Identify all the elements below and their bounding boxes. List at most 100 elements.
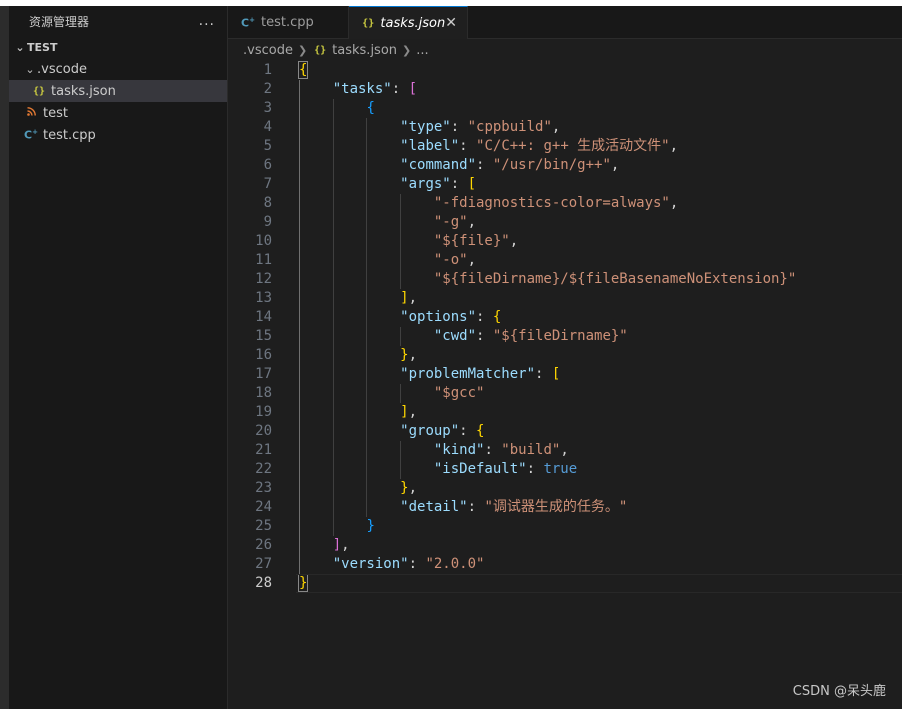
code-token: "${file}" (433, 233, 510, 249)
chevron-down-icon: ⌄ (25, 62, 35, 76)
line-number: 3 (263, 100, 272, 116)
tab-tasks-json[interactable]: {} tasks.json ✕ (349, 6, 468, 39)
breadcrumb-more[interactable]: ... (416, 43, 428, 58)
folder-vscode[interactable]: ⌄ .vscode (9, 58, 227, 80)
line-text: "isDefault": true (299, 460, 577, 479)
code-line[interactable]: 4 "type": "cppbuild", (228, 118, 902, 137)
line-text: } (299, 517, 375, 536)
line-number: 6 (263, 157, 272, 173)
code-token: , (341, 537, 350, 553)
file-test-cpp[interactable]: C+ test.cpp (9, 124, 227, 146)
code-token: : (476, 328, 493, 344)
code-token: "args" (400, 176, 451, 192)
indent-guide (400, 441, 402, 479)
file-label: test.cpp (43, 127, 96, 143)
code-line[interactable]: 10 "${file}", (228, 232, 902, 251)
code-token: "${fileDirname}" (492, 328, 628, 344)
code-token: : (484, 442, 502, 458)
explorer-sidebar: 资源管理器 ... ⌄ TEST ⌄ .vscode {} tasks.json… (9, 6, 228, 709)
line-number: 11 (255, 252, 272, 268)
line-number: 8 (263, 195, 272, 211)
code-line[interactable]: 22 "isDefault": true (228, 460, 902, 479)
code-token: "tasks" (332, 81, 392, 97)
code-line[interactable]: 16 }, (228, 346, 902, 365)
file-test[interactable]: test (9, 102, 227, 124)
line-number: 16 (255, 347, 272, 363)
code-line[interactable]: 12 "${fileDirname}/${fileBasenameNoExten… (228, 270, 902, 289)
tab-test-cpp[interactable]: C+ test.cpp (228, 6, 349, 39)
code-line[interactable]: 2 "tasks": [ (228, 80, 902, 99)
file-tasks-json[interactable]: {} tasks.json (9, 80, 227, 102)
line-number: 14 (255, 309, 272, 325)
line-number: 2 (263, 81, 272, 97)
code-line[interactable]: 17 "problemMatcher": [ (228, 365, 902, 384)
line-text: "label": "C/C++: g++ 生成活动文件", (299, 137, 678, 156)
line-number: 21 (255, 442, 272, 458)
code-line[interactable]: 19 ], (228, 403, 902, 422)
code-line[interactable]: 3 { (228, 99, 902, 118)
indent-guide (332, 99, 334, 536)
code-line[interactable]: 28} (228, 574, 902, 593)
json-icon: {} (314, 44, 327, 56)
code-editor[interactable]: 1{2 "tasks": [3 {4 "type": "cppbuild", 5 … (228, 61, 902, 593)
code-line[interactable]: 7 "args": [ (228, 175, 902, 194)
code-line[interactable]: 20 "group": { (228, 422, 902, 441)
cpp-icon: C+ (24, 128, 38, 142)
code-line[interactable]: 18 "$gcc" (228, 384, 902, 403)
more-actions-icon[interactable]: ... (199, 13, 215, 29)
code-line[interactable]: 14 "options": { (228, 308, 902, 327)
code-line[interactable]: 21 "kind": "build", (228, 441, 902, 460)
code-token: , (467, 214, 477, 230)
code-token: "isDefault" (433, 461, 527, 477)
code-token: ] (400, 404, 409, 420)
code-token: : (450, 176, 468, 192)
code-line[interactable]: 6 "command": "/usr/bin/g++", (228, 156, 902, 175)
code-line[interactable]: 27 "version": "2.0.0" (228, 555, 902, 574)
close-icon[interactable]: ✕ (445, 15, 457, 31)
code-token: : (459, 423, 477, 439)
rss-icon (23, 107, 39, 119)
line-text: ], (299, 536, 350, 555)
line-text: "-o", (299, 251, 476, 270)
workspace-section-test[interactable]: ⌄ TEST (9, 36, 227, 58)
line-number: 28 (255, 575, 272, 591)
breadcrumb-folder[interactable]: .vscode (243, 43, 293, 58)
watermark: CSDN @呆头鹿 (792, 684, 886, 699)
code-line[interactable]: 15 "cwd": "${fileDirname}" (228, 327, 902, 346)
code-token: } (400, 347, 409, 363)
line-number: 15 (255, 328, 272, 344)
code-token: "version" (332, 556, 409, 572)
code-token: "$gcc" (433, 385, 485, 401)
code-line[interactable]: 24 "detail": "调试器生成的任务。" (228, 498, 902, 517)
line-text: } (297, 574, 309, 593)
code-token: } (366, 518, 375, 534)
code-line[interactable]: 23 }, (228, 479, 902, 498)
line-text: "kind": "build", (299, 441, 569, 460)
line-number: 4 (263, 119, 272, 135)
code-line[interactable]: 25 } (228, 517, 902, 536)
line-text: "detail": "调试器生成的任务。" (299, 498, 627, 517)
chevron-right-icon: ❯ (402, 43, 412, 57)
breadcrumb-file[interactable]: tasks.json (332, 43, 397, 58)
json-icon: {} (32, 85, 46, 97)
code-line[interactable]: 11 "-o", (228, 251, 902, 270)
code-line[interactable]: 26 ], (228, 536, 902, 555)
code-token: "${fileDirname}/${fileBasenameNoExtensio… (433, 271, 797, 287)
code-token: "kind" (433, 442, 485, 458)
code-line[interactable]: 8 "-fdiagnostics-color=always", (228, 194, 902, 213)
code-token: : (476, 309, 493, 325)
code-line[interactable]: 9 "-g", (228, 213, 902, 232)
tab-label: tasks.json (380, 15, 446, 31)
code-line[interactable]: 13 ], (228, 289, 902, 308)
line-text: "version": "2.0.0" (299, 555, 485, 574)
code-line[interactable]: 5 "label": "C/C++: g++ 生成活动文件", (228, 137, 902, 156)
section-label: TEST (27, 40, 58, 54)
line-text: "tasks": [ (299, 80, 417, 99)
code-line[interactable]: 1{ (228, 61, 902, 80)
